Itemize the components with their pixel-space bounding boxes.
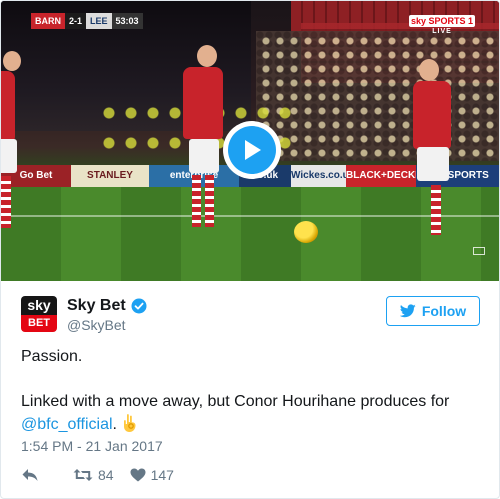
reply-icon xyxy=(22,469,38,481)
avatar[interactable]: sky BET xyxy=(21,296,57,332)
reply-button[interactable] xyxy=(21,467,39,483)
ok-hand-emoji xyxy=(121,413,139,440)
player-right xyxy=(409,59,461,249)
tweet-actions: 84 147 xyxy=(21,466,174,484)
tweet-punctuation: . xyxy=(112,416,117,433)
follow-button[interactable]: Follow xyxy=(386,296,480,326)
score: 2-1 xyxy=(65,13,87,29)
display-name[interactable]: Sky Bet xyxy=(67,297,126,315)
user-handle[interactable]: @SkyBet xyxy=(67,317,126,333)
tweet-card: Go Bet STANLEY enterprise co.uk Wickes.c… xyxy=(0,0,500,499)
mention-link[interactable]: @bfc_official xyxy=(21,416,113,433)
sky-sports-logo: sky SPORTS 1 LIVE xyxy=(409,15,475,35)
tweet-text-line: @bfc_official. xyxy=(21,413,481,440)
football xyxy=(294,221,318,243)
match-clock: 53:03 xyxy=(111,13,143,29)
tweet-text-line: Linked with a move away, but Conor Houri… xyxy=(21,393,450,410)
away-team: LEE xyxy=(86,13,112,29)
heart-icon xyxy=(130,468,146,482)
verified-badge-icon xyxy=(131,298,147,314)
play-icon xyxy=(245,140,261,160)
video-preview[interactable]: Go Bet STANLEY enterprise co.uk Wickes.c… xyxy=(1,1,499,281)
like-count: 147 xyxy=(150,467,174,483)
retweet-icon xyxy=(73,469,93,481)
retweet-count: 84 xyxy=(98,467,114,483)
tweet-timestamp[interactable]: 1:54 PM - 21 Jan 2017 xyxy=(21,438,163,454)
ad-board: Wickes.co.uk xyxy=(291,165,346,187)
player-left xyxy=(1,51,43,251)
ad-board: BLACK+DECKER xyxy=(346,165,416,187)
follow-label: Follow xyxy=(421,303,467,319)
like-button[interactable]: 147 xyxy=(130,467,174,483)
twitter-bird-icon xyxy=(399,304,416,318)
player-center xyxy=(179,45,229,245)
home-team: BARN xyxy=(31,13,65,29)
scorebug: BARN 2-1 LEE 53:03 xyxy=(31,13,143,29)
ad-board: STANLEY xyxy=(71,165,149,187)
play-button[interactable] xyxy=(223,121,281,179)
captions-icon xyxy=(473,247,485,255)
tweet-text-line: Passion. xyxy=(21,348,83,365)
retweet-button[interactable]: 84 xyxy=(73,467,114,483)
